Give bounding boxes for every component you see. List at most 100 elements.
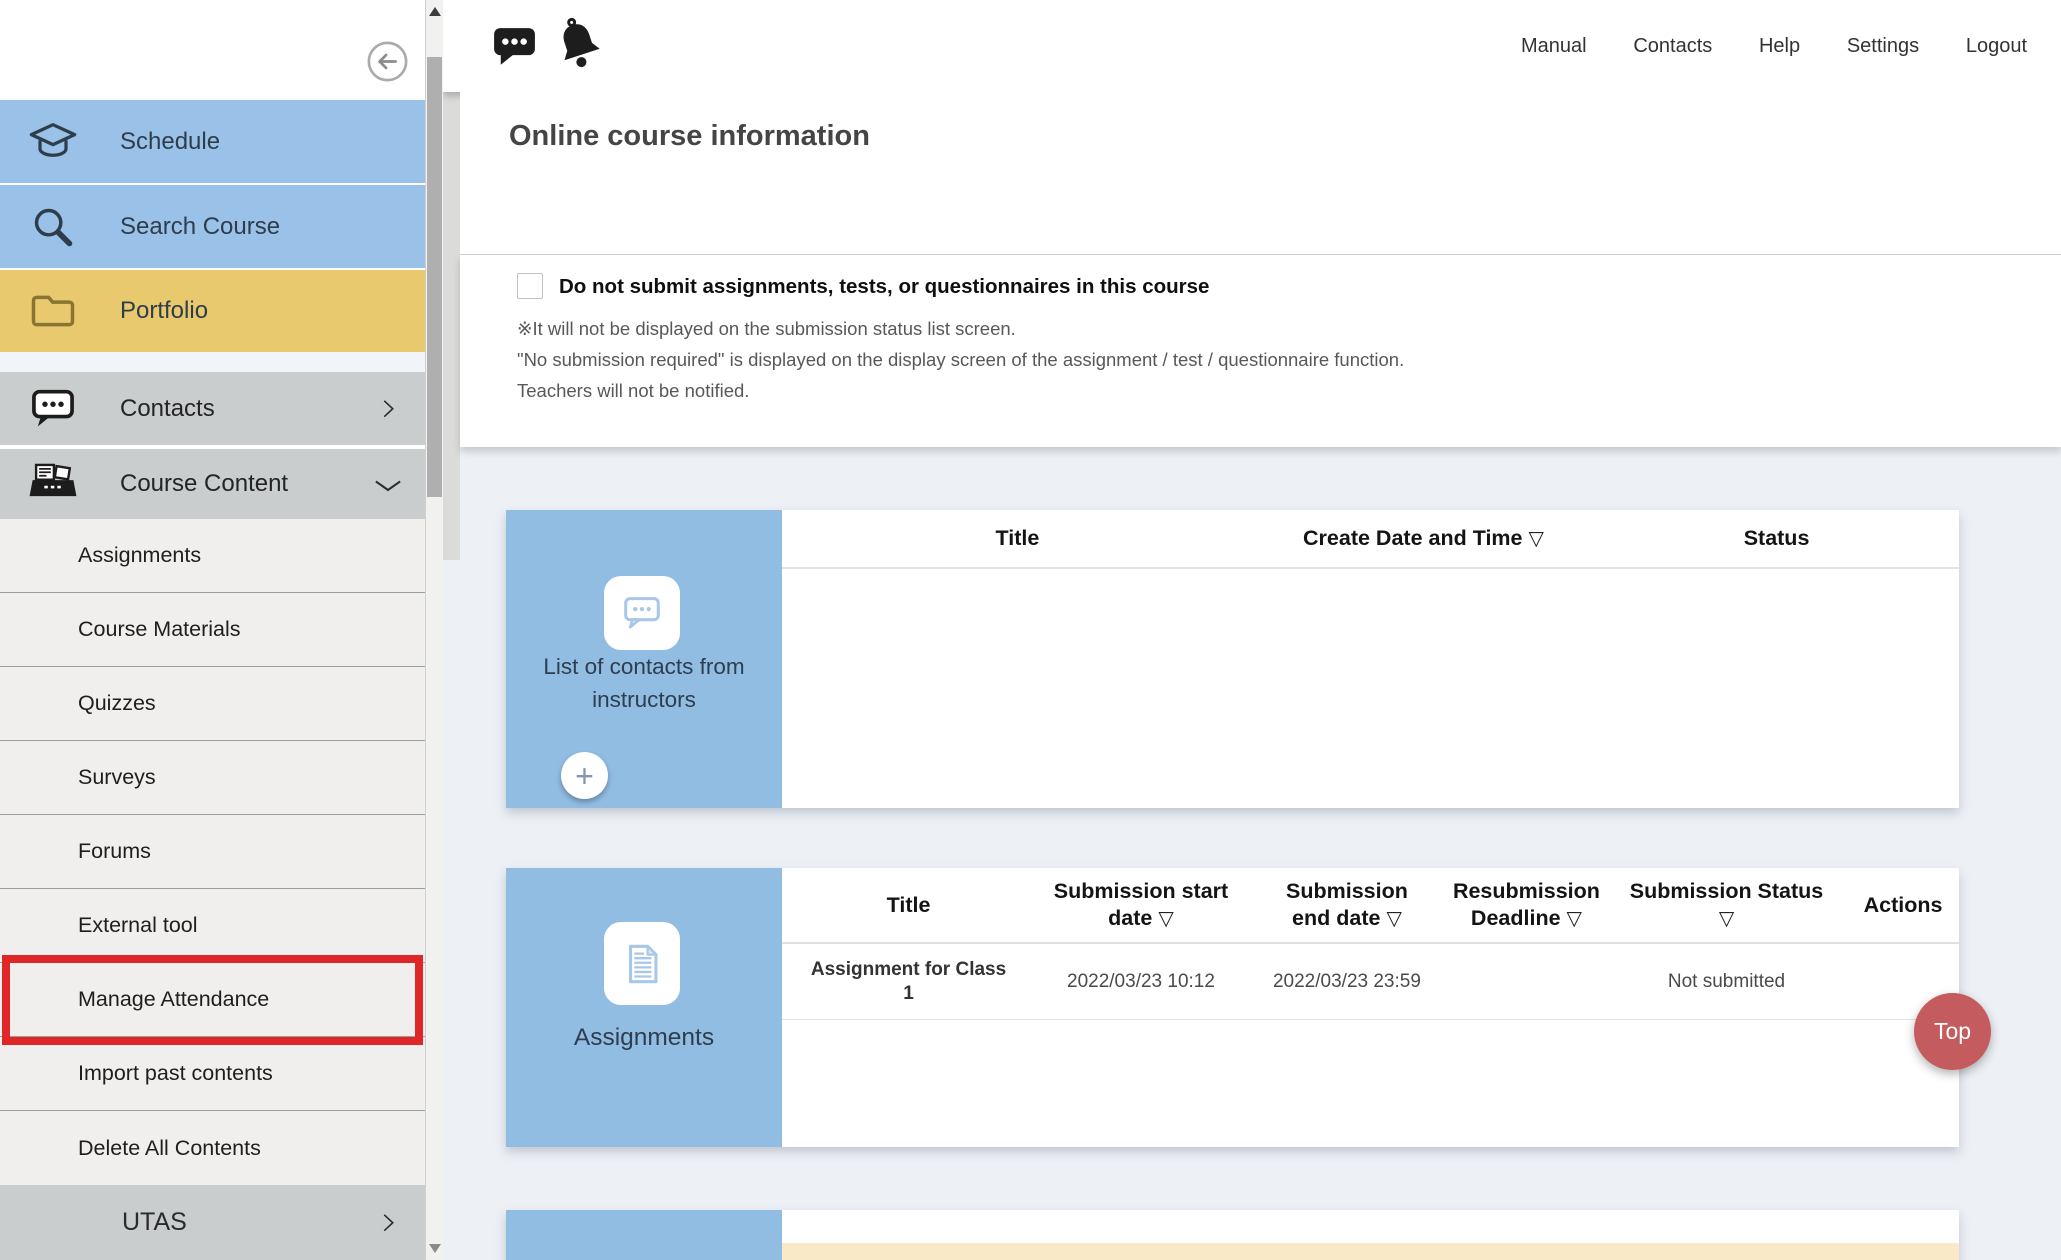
manage-attendance-highlight xyxy=(2,955,423,1045)
column-header-status: Status xyxy=(1594,526,1959,551)
chevron-right-icon xyxy=(380,396,397,422)
add-contact-button[interactable]: + xyxy=(561,752,608,799)
assignment-status-cell: Not submitted xyxy=(1606,971,1847,993)
scrollbar-thumb[interactable] xyxy=(427,57,442,497)
contacts-card: List of contacts from instructors + Titl… xyxy=(506,510,1959,808)
top-header: Manual Contacts Help Settings Logout xyxy=(443,0,2061,92)
messages-button[interactable] xyxy=(488,21,541,71)
column-header-submission-start: Submission start date▽ xyxy=(1035,878,1247,933)
column-header-title: Title xyxy=(782,892,1035,919)
sidebar-item-label: Portfolio xyxy=(120,297,208,325)
title-panel: Online course information xyxy=(460,92,2061,254)
next-section-highlight-row xyxy=(782,1243,1959,1260)
sidebar-subitem-assignments[interactable]: Assignments xyxy=(0,519,425,593)
no-submit-checkbox[interactable] xyxy=(517,273,543,299)
sidebar-item-search-course[interactable]: Search Course xyxy=(0,185,425,268)
assignment-end-cell: 2022/03/23 23:59 xyxy=(1247,971,1447,993)
sidebar-scrollbar[interactable] xyxy=(425,0,443,1260)
no-submit-checkbox-label[interactable]: Do not submit assignments, tests, or que… xyxy=(559,275,1209,299)
sidebar-item-label: Course Content xyxy=(120,470,288,498)
sidebar-subitem-quizzes[interactable]: Quizzes xyxy=(0,667,425,741)
sort-descending-icon[interactable]: ▽ xyxy=(1158,908,1173,930)
nav-help[interactable]: Help xyxy=(1759,35,1800,58)
column-header-submission-status: Submission Status ▽ xyxy=(1606,878,1847,933)
bell-icon xyxy=(549,12,609,78)
assignments-table: Title Submission start date▽ Submission … xyxy=(782,868,1959,1147)
top-navigation: Manual Contacts Help Settings Logout xyxy=(1521,0,2027,92)
sidebar-subitem-surveys[interactable]: Surveys xyxy=(0,741,425,815)
graduation-cap-icon xyxy=(27,116,79,168)
sort-descending-icon[interactable]: ▽ xyxy=(1529,528,1544,550)
column-header-title: Title xyxy=(782,526,1253,551)
assignments-table-empty-body xyxy=(782,1020,1959,1147)
contacts-card-label: List of contacts from instructors xyxy=(506,650,782,716)
course-flag-panel: Do not submit assignments, tests, or que… xyxy=(460,254,2061,447)
sort-descending-icon[interactable]: ▽ xyxy=(1386,908,1401,930)
sidebar-item-schedule[interactable]: Schedule xyxy=(0,100,425,183)
column-header-resubmission-deadline: Resubmission Deadline▽ xyxy=(1447,878,1606,933)
course-content-box-icon xyxy=(27,458,79,510)
sidebar-subitem-external-tool[interactable]: External tool xyxy=(0,889,425,963)
chat-bubble-outline-icon xyxy=(619,590,665,636)
sidebar-subitem-delete-all-contents[interactable]: Delete All Contents xyxy=(0,1111,425,1185)
note-line: Teachers will not be notified. xyxy=(517,375,1404,406)
contacts-table-header: Title Create Date and Time▽ Status xyxy=(782,510,1959,569)
nav-contacts[interactable]: Contacts xyxy=(1633,35,1712,58)
column-header-submission-end: Submission end date▽ xyxy=(1247,878,1447,933)
assignment-title-cell: Assignment for Class 1 xyxy=(782,958,1035,1006)
screen: Schedule Search Course Portfolio Contact… xyxy=(0,0,2061,1260)
sort-descending-icon[interactable]: ▽ xyxy=(1719,908,1734,930)
chevron-down-icon xyxy=(371,474,405,494)
column-header-create-date: Create Date and Time▽ xyxy=(1253,526,1594,551)
sidebar-item-contacts[interactable]: Contacts xyxy=(0,372,425,445)
column-header-actions: Actions xyxy=(1847,892,1959,919)
sidebar-subitem-label: Assignments xyxy=(78,543,201,568)
back-circle-icon xyxy=(366,40,409,83)
sidebar-subitem-course-materials[interactable]: Course Materials xyxy=(0,593,425,667)
sidebar-divider xyxy=(0,352,425,372)
sidebar-subitem-label: Forums xyxy=(78,839,151,864)
sidebar-subitem-label: Import past contents xyxy=(78,1061,273,1086)
assignment-start-cell: 2022/03/23 10:12 xyxy=(1035,971,1247,993)
chat-bubble-icon xyxy=(27,383,79,435)
contacts-tile xyxy=(604,576,680,650)
collapse-sidebar-button[interactable] xyxy=(366,40,409,83)
nav-manual[interactable]: Manual xyxy=(1521,35,1587,58)
sidebar-item-utas[interactable]: UTAS xyxy=(0,1185,425,1260)
assignments-card: Assignments Title Submission start date▽… xyxy=(506,868,1959,1147)
assignment-row: Assignment for Class 1 2022/03/23 10:12 … xyxy=(782,944,1959,1020)
sidebar-subitem-import-past-contents[interactable]: Import past contents xyxy=(0,1037,425,1111)
assignments-table-header: Title Submission start date▽ Submission … xyxy=(782,868,1959,944)
scroll-down-icon[interactable] xyxy=(429,1244,441,1253)
chevron-right-icon xyxy=(380,1210,397,1236)
notifications-button[interactable] xyxy=(549,12,609,78)
next-section-side xyxy=(506,1210,782,1260)
sidebar-item-label: Contacts xyxy=(120,395,215,423)
next-section-card xyxy=(506,1210,1959,1260)
sidebar-subitem-label: Course Materials xyxy=(78,617,241,642)
sidebar-subitem-label: Surveys xyxy=(78,765,156,790)
page-title: Online course information xyxy=(509,120,870,153)
contacts-table: Title Create Date and Time▽ Status xyxy=(782,510,1959,808)
sort-descending-icon[interactable]: ▽ xyxy=(1567,908,1582,930)
contacts-card-side: List of contacts from instructors + xyxy=(506,510,782,808)
sidebar-subitem-label: Quizzes xyxy=(78,691,156,716)
sidebar-subitem-label: External tool xyxy=(78,913,198,938)
nav-logout[interactable]: Logout xyxy=(1966,35,2027,58)
document-icon xyxy=(617,936,667,992)
sidebar-subitem-forums[interactable]: Forums xyxy=(0,815,425,889)
nav-settings[interactable]: Settings xyxy=(1847,35,1919,58)
sidebar-item-label: UTAS xyxy=(122,1208,187,1237)
magnifier-icon xyxy=(27,201,79,253)
note-line: ※It will not be displayed on the submiss… xyxy=(517,313,1404,344)
scroll-up-icon[interactable] xyxy=(429,7,441,16)
sidebar-item-label: Search Course xyxy=(120,213,280,241)
scroll-to-top-button[interactable]: Top xyxy=(1914,993,1991,1070)
assignments-card-label: Assignments xyxy=(506,1024,782,1052)
sidebar-subitem-label: Delete All Contents xyxy=(78,1136,261,1161)
next-section-table xyxy=(782,1210,1959,1260)
assignments-card-side: Assignments xyxy=(506,868,782,1147)
contacts-table-empty-body xyxy=(782,569,1959,808)
sidebar-item-portfolio[interactable]: Portfolio xyxy=(0,270,425,352)
sidebar-item-course-content[interactable]: Course Content xyxy=(0,447,425,519)
